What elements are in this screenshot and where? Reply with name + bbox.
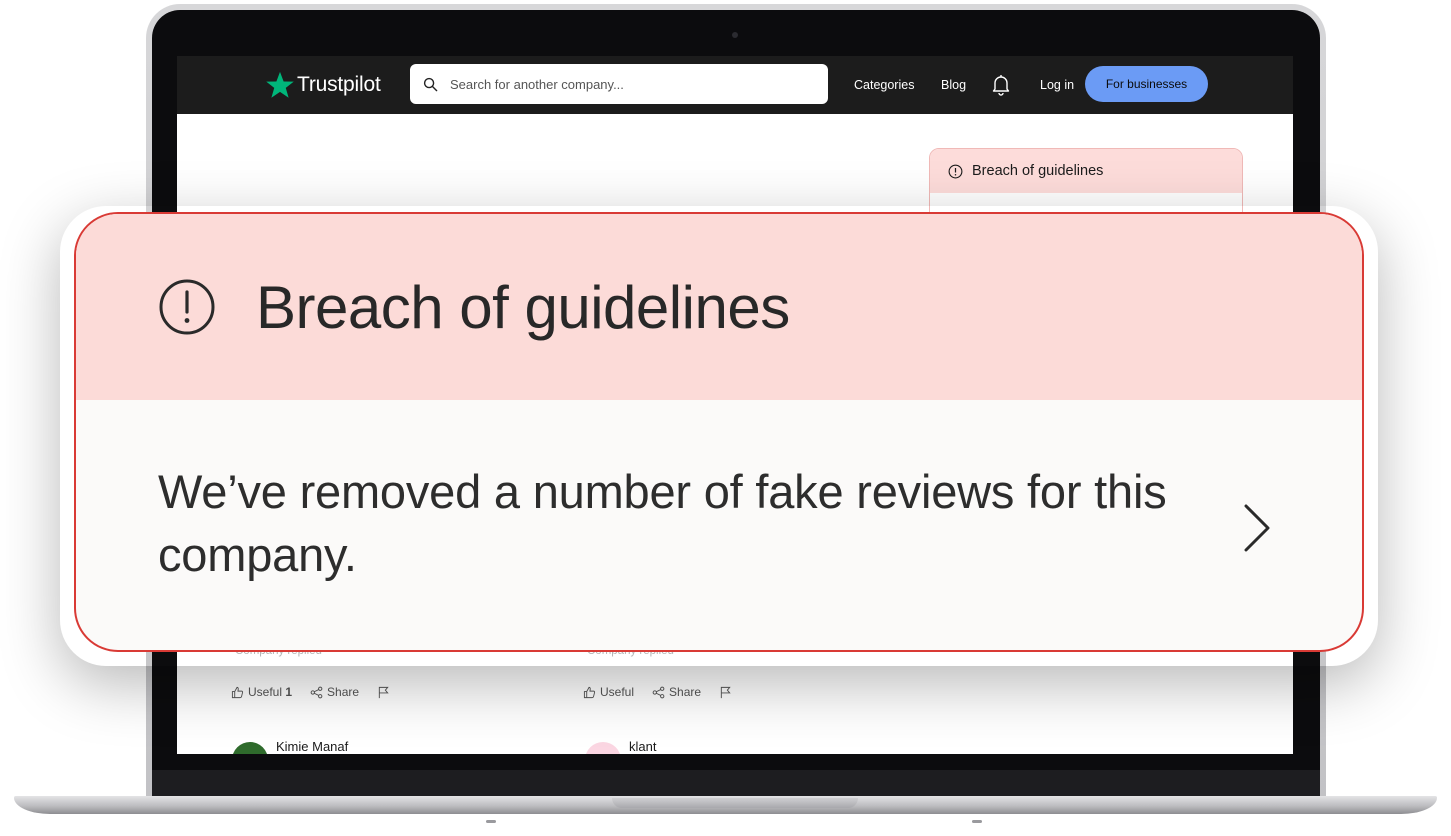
flag-icon[interactable] <box>377 686 390 699</box>
avatar: K <box>232 742 268 754</box>
search-input[interactable] <box>448 75 812 93</box>
useful-count: 1 <box>285 685 293 699</box>
share-icon[interactable] <box>310 686 323 699</box>
share-label[interactable]: Share <box>327 685 359 699</box>
for-businesses-button[interactable]: For businesses <box>1085 66 1208 102</box>
share-icon[interactable] <box>652 686 665 699</box>
laptop-foot <box>972 820 982 823</box>
chevron-right-icon[interactable] <box>1236 500 1276 556</box>
camera-dot <box>732 32 738 38</box>
laptop-base-notch <box>612 798 858 808</box>
reviewer-name[interactable]: Kimie Manaf <box>276 739 348 754</box>
exclamation-circle-icon <box>159 279 215 335</box>
thumbs-up-icon[interactable] <box>231 686 244 699</box>
useful-label[interactable]: Useful <box>248 685 282 699</box>
reviewer-row[interactable]: klant <box>585 728 656 754</box>
breach-card-title: Breach of guidelines <box>972 163 1104 179</box>
reviewer-row[interactable]: K Kimie Manaf <box>232 728 348 754</box>
exclamation-circle-icon <box>948 164 963 178</box>
review-actions: Useful Share <box>583 685 736 699</box>
thumbs-up-icon[interactable] <box>583 686 596 699</box>
useful-label[interactable]: Useful <box>600 685 634 699</box>
share-label[interactable]: Share <box>669 685 701 699</box>
avatar <box>585 742 621 754</box>
breach-card-header: Breach of guidelines <box>930 149 1242 193</box>
nav-categories[interactable]: Categories <box>854 56 914 114</box>
callout-header: Breach of guidelines <box>76 214 1362 400</box>
trustpilot-logo[interactable]: Trustpilot <box>265 69 381 101</box>
logo-text: Trustpilot <box>297 73 381 96</box>
nav-login[interactable]: Log in <box>1040 56 1074 114</box>
star-icon <box>266 71 294 98</box>
search-icon <box>423 77 438 91</box>
reviewer-name[interactable]: klant <box>629 739 656 754</box>
nav-blog[interactable]: Blog <box>941 56 966 114</box>
laptop-foot <box>486 820 496 823</box>
site-header: Trustpilot Categories Blog Log in For bu… <box>177 56 1293 114</box>
callout-title: Breach of guidelines <box>256 273 790 341</box>
breach-callout[interactable]: Breach of guidelines We’ve removed a num… <box>74 212 1364 652</box>
flag-icon[interactable] <box>719 686 732 699</box>
search-box[interactable] <box>410 64 828 104</box>
callout-message: We’ve removed a number of fake reviews f… <box>158 465 1167 581</box>
bell-icon[interactable] <box>991 74 1011 96</box>
review-actions: Useful 1 Share <box>231 685 394 699</box>
